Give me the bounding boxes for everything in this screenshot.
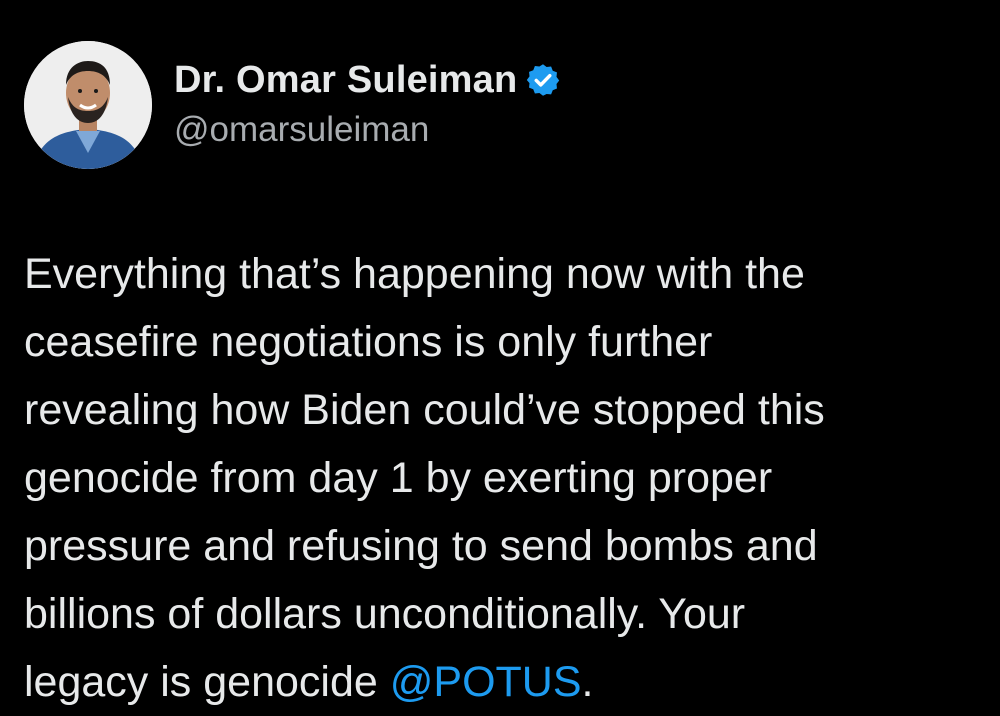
verified-badge-icon (525, 62, 561, 98)
tweet-text-segment: . (581, 658, 594, 706)
tweet-text-line: billions of dollars unconditionally. You… (24, 590, 746, 638)
tweet-text-line: revealing how Biden could’ve stopped thi… (24, 386, 825, 434)
tweet-text-line: ceasefire negotiations is only further (24, 318, 713, 366)
tweet-header: Dr. Omar Suleiman @omarsuleiman (24, 40, 561, 170)
user-handle[interactable]: @omarsuleiman (174, 108, 561, 152)
tweet-card: Dr. Omar Suleiman @omarsuleiman Everythi… (0, 0, 1000, 716)
name-row: Dr. Omar Suleiman (174, 58, 561, 102)
tweet-text-line: genocide from day 1 by exerting proper (24, 454, 773, 502)
profile-photo-icon (24, 41, 152, 169)
author-identity: Dr. Omar Suleiman @omarsuleiman (174, 58, 561, 152)
tweet-text: Everything that’s happening now with the… (24, 240, 984, 716)
tweet-text-line: Everything that’s happening now with the (24, 250, 805, 298)
display-name[interactable]: Dr. Omar Suleiman (174, 58, 517, 102)
avatar[interactable] (24, 41, 152, 169)
mention-link[interactable]: @POTUS (390, 658, 582, 706)
tweet-text-last-line: legacy is genocide @POTUS. (24, 648, 984, 716)
tweet-text-line: pressure and refusing to send bombs and (24, 522, 818, 570)
tweet-text-segment: legacy is genocide (24, 658, 390, 706)
